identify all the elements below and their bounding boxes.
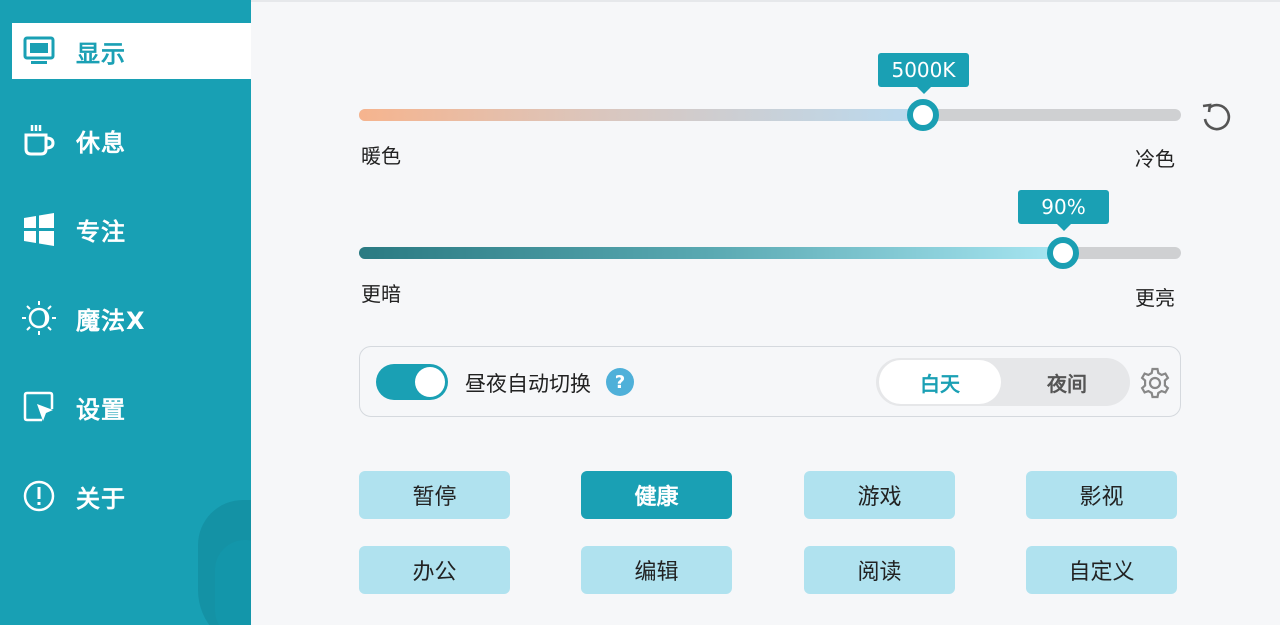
sidebar-item-magic[interactable]: 魔法X [12,290,251,346]
coffee-cup-icon [14,123,64,157]
sun-moon-icon [14,300,64,336]
brightness-slider[interactable] [359,237,1181,269]
auto-switch-panel: 昼夜自动切换 ? 白天 夜间 [359,346,1181,417]
mode-edit-button[interactable]: 编辑 [581,546,732,594]
sidebar-decoration-inner [215,540,251,625]
night-tab[interactable]: 夜间 [1006,360,1128,404]
sidebar-item-label: 设置 [76,395,126,424]
color-temp-thumb[interactable] [906,99,939,131]
mode-movie-button[interactable]: 影视 [1026,471,1177,519]
gear-icon[interactable] [1138,366,1172,400]
color-temp-value: 5000K [891,58,956,82]
monitor-icon [14,35,64,67]
mode-game-button[interactable]: 游戏 [804,471,955,519]
mode-office-button[interactable]: 办公 [359,546,510,594]
sidebar-item-focus[interactable]: 专注 [12,201,251,257]
toggle-knob [415,367,445,397]
brightness-min-label: 更暗 [361,282,401,306]
mode-health-button[interactable]: 健康 [581,471,732,519]
color-temp-slider[interactable] [359,99,1181,131]
cursor-window-icon [14,390,64,424]
sidebar-item-label: 专注 [76,217,126,246]
mode-read-button[interactable]: 阅读 [804,546,955,594]
color-temp-fill [359,109,923,121]
brightness-value-bubble: 90% [1018,190,1109,231]
mode-pause-button[interactable]: 暂停 [359,471,510,519]
windows-logo-icon [14,212,64,246]
brightness-thumb[interactable] [1047,237,1080,269]
day-tab[interactable]: 白天 [879,360,1001,404]
color-temp-max-label: 冷色 [1135,147,1175,171]
sidebar-item-label: 休息 [76,128,126,157]
help-icon[interactable]: ? [606,368,634,396]
color-temp-min-label: 暖色 [361,144,401,168]
sidebar-item-label: 魔法X [76,306,146,335]
sidebar-item-rest[interactable]: 休息 [12,112,251,168]
info-icon [14,479,64,513]
mode-custom-button[interactable]: 自定义 [1026,546,1177,594]
main-panel: 5000K 暖色 冷色 90% 更暗 更亮 昼夜自动切换 ? 白天 夜间 暂停 … [251,0,1280,625]
sidebar-item-label: 显示 [76,39,126,68]
day-night-segmented-control: 白天 夜间 [876,358,1130,406]
brightness-value: 90% [1041,195,1086,219]
color-temp-value-bubble: 5000K [878,53,969,94]
auto-switch-label: 昼夜自动切换 [465,372,591,396]
sidebar-item-display[interactable]: 显示 [12,23,251,79]
auto-switch-toggle[interactable] [376,364,448,400]
sidebar: 显示 休息 专注 魔法X 设置 关于 [0,0,251,625]
sidebar-item-about[interactable]: 关于 [12,468,251,524]
sidebar-item-label: 关于 [76,484,126,513]
sidebar-item-settings[interactable]: 设置 [12,379,251,435]
reset-icon[interactable] [1199,100,1233,134]
brightness-fill [359,247,1064,259]
brightness-max-label: 更亮 [1135,286,1175,310]
